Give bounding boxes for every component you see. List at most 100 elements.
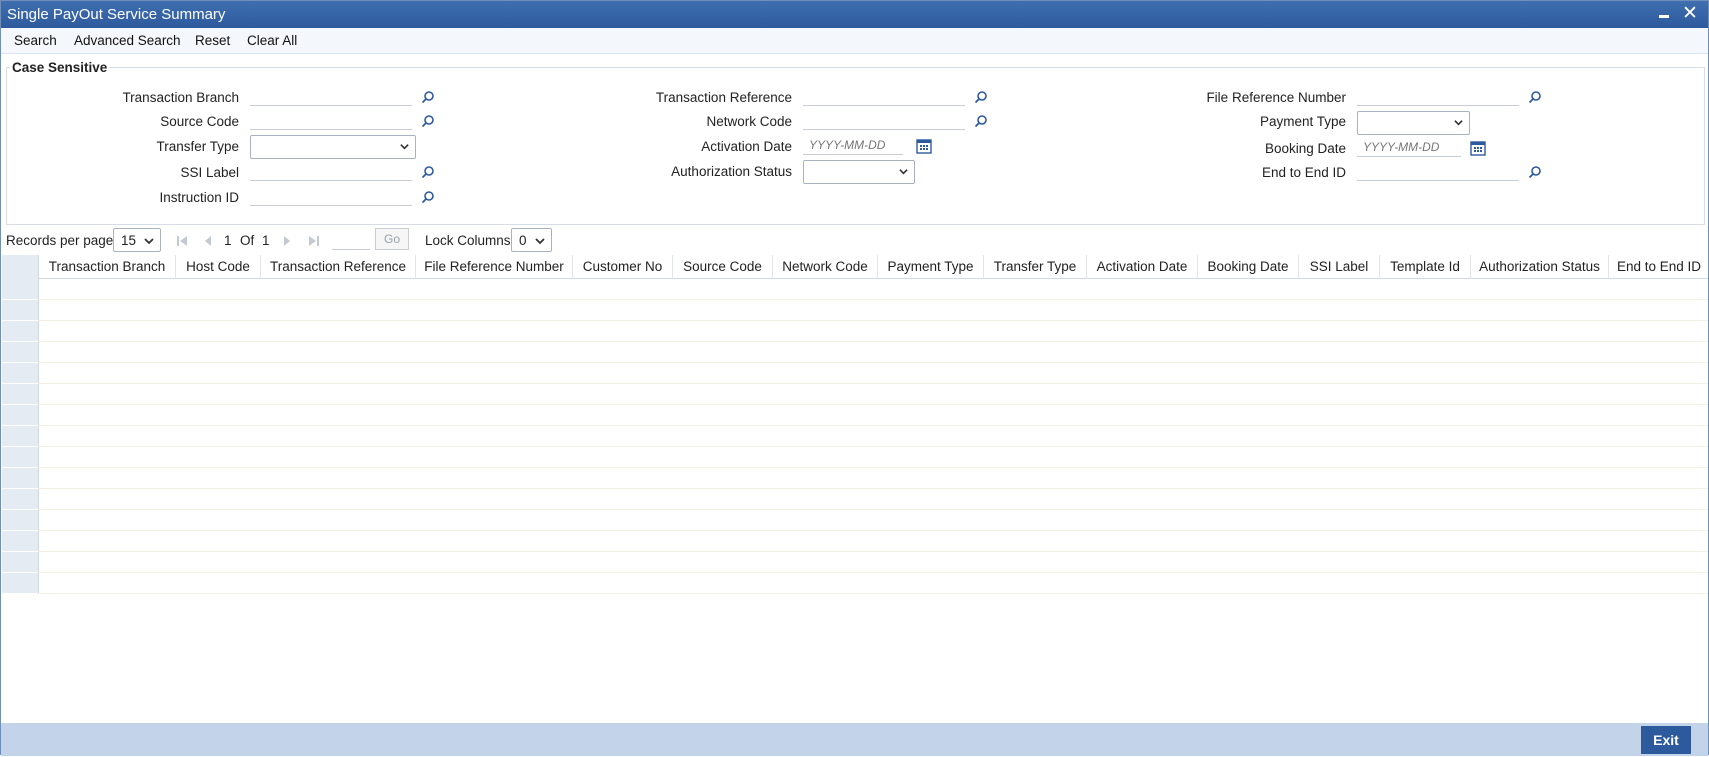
ssi-label-label: SSI Label <box>180 165 239 180</box>
column-header-transfer-type[interactable]: Transfer Type <box>984 255 1087 279</box>
table-row[interactable] <box>2 468 1708 489</box>
table-row[interactable] <box>2 447 1708 468</box>
payment-type-select[interactable] <box>1357 111 1470 135</box>
row-header-cell[interactable] <box>2 552 39 573</box>
source-code-label: Source Code <box>160 114 239 129</box>
row-header-cell[interactable] <box>2 489 39 510</box>
row-header-cell[interactable] <box>2 405 39 426</box>
file-reference-number-lookup-icon[interactable] <box>1528 90 1542 104</box>
row-header-cell[interactable] <box>2 531 39 552</box>
row-header-cell[interactable] <box>2 426 39 447</box>
file-reference-number-label: File Reference Number <box>1206 90 1346 105</box>
row-header-cell[interactable] <box>2 384 39 405</box>
row-header-cell[interactable] <box>2 573 39 594</box>
instruction-id-lookup-icon[interactable] <box>421 190 435 204</box>
activation-date-input[interactable] <box>803 135 903 155</box>
file-reference-number-input[interactable] <box>1357 86 1519 106</box>
grid-header: Transaction Branch Host Code Transaction… <box>2 255 1708 279</box>
records-per-page-select[interactable]: 15 <box>113 228 161 252</box>
transaction-reference-input[interactable] <box>803 86 965 106</box>
column-header-transaction-reference[interactable]: Transaction Reference <box>261 255 416 279</box>
end-to-end-id-input[interactable] <box>1357 161 1519 181</box>
ssi-label-lookup-icon[interactable] <box>421 165 435 179</box>
row-header-cell[interactable] <box>2 363 39 384</box>
transaction-reference-label: Transaction Reference <box>655 90 792 105</box>
grid-corner <box>2 255 39 279</box>
end-to-end-id-lookup-icon[interactable] <box>1528 165 1542 179</box>
transaction-reference-lookup-icon[interactable] <box>974 90 988 104</box>
current-page: 1 <box>224 233 232 248</box>
column-header-network-code[interactable]: Network Code <box>773 255 878 279</box>
column-header-file-reference-number[interactable]: File Reference Number <box>416 255 573 279</box>
table-row[interactable] <box>2 489 1708 510</box>
column-header-transaction-branch[interactable]: Transaction Branch <box>39 255 176 279</box>
source-code-input[interactable] <box>250 110 412 130</box>
row-header-cell[interactable] <box>2 279 39 300</box>
network-code-input[interactable] <box>803 110 965 130</box>
exit-button[interactable]: Exit <box>1641 726 1691 754</box>
transaction-branch-lookup-icon[interactable] <box>421 90 435 104</box>
table-row[interactable] <box>2 279 1708 300</box>
transfer-type-select[interactable] <box>250 135 416 159</box>
row-header-cell[interactable] <box>2 342 39 363</box>
advanced-search-button[interactable]: Advanced Search <box>74 33 181 48</box>
table-row[interactable] <box>2 384 1708 405</box>
go-button[interactable]: Go <box>375 228 409 250</box>
page-number-input[interactable] <box>332 228 370 250</box>
table-row[interactable] <box>2 363 1708 384</box>
reset-button[interactable]: Reset <box>195 33 230 48</box>
column-header-payment-type[interactable]: Payment Type <box>878 255 984 279</box>
table-row[interactable] <box>2 510 1708 531</box>
minimize-icon[interactable] <box>1654 4 1674 24</box>
table-row[interactable] <box>2 426 1708 447</box>
column-header-end-to-end-id[interactable]: End to End ID <box>1609 255 1708 279</box>
total-pages: 1 <box>262 233 270 248</box>
row-header-cell[interactable] <box>2 468 39 489</box>
transaction-branch-input[interactable] <box>250 86 412 106</box>
column-header-host-code[interactable]: Host Code <box>176 255 261 279</box>
window-title: Single PayOut Service Summary <box>7 6 226 23</box>
column-header-customer-no[interactable]: Customer No <box>573 255 673 279</box>
chevron-down-icon <box>1454 120 1463 126</box>
table-row[interactable] <box>2 300 1708 321</box>
column-header-activation-date[interactable]: Activation Date <box>1087 255 1198 279</box>
booking-date-input[interactable] <box>1357 137 1461 157</box>
previous-page-icon[interactable] <box>201 234 215 248</box>
column-header-source-code[interactable]: Source Code <box>673 255 773 279</box>
row-header-cell[interactable] <box>2 300 39 321</box>
activation-date-label: Activation Date <box>701 139 792 154</box>
clear-all-button[interactable]: Clear All <box>247 33 297 48</box>
lock-columns-value: 0 <box>519 233 527 248</box>
booking-date-calendar-icon[interactable] <box>1470 140 1486 156</box>
table-row[interactable] <box>2 573 1708 594</box>
transfer-type-label: Transfer Type <box>156 139 239 154</box>
row-header-cell[interactable] <box>2 447 39 468</box>
column-header-booking-date[interactable]: Booking Date <box>1198 255 1299 279</box>
network-code-lookup-icon[interactable] <box>974 114 988 128</box>
row-header-cell[interactable] <box>2 510 39 531</box>
chevron-down-icon <box>535 238 545 245</box>
ssi-label-input[interactable] <box>250 161 412 181</box>
table-row[interactable] <box>2 552 1708 573</box>
booking-date-label: Booking Date <box>1264 141 1346 156</box>
instruction-id-label: Instruction ID <box>159 190 239 205</box>
first-page-icon[interactable] <box>175 234 189 248</box>
column-header-ssi-label[interactable]: SSI Label <box>1299 255 1380 279</box>
row-header-cell[interactable] <box>2 321 39 342</box>
column-header-template-id[interactable]: Template Id <box>1380 255 1471 279</box>
table-row[interactable] <box>2 321 1708 342</box>
instruction-id-input[interactable] <box>250 186 412 206</box>
column-header-authorization-status[interactable]: Authorization Status <box>1471 255 1609 279</box>
transaction-branch-label: Transaction Branch <box>122 90 239 105</box>
activation-date-calendar-icon[interactable] <box>916 138 932 154</box>
source-code-lookup-icon[interactable] <box>421 114 435 128</box>
table-row[interactable] <box>2 342 1708 363</box>
table-row[interactable] <box>2 405 1708 426</box>
lock-columns-select[interactable]: 0 <box>511 228 552 252</box>
authorization-status-select[interactable] <box>803 160 915 184</box>
table-row[interactable] <box>2 531 1708 552</box>
close-icon[interactable]: ✕ <box>1680 4 1700 24</box>
last-page-icon[interactable] <box>307 234 321 248</box>
search-button[interactable]: Search <box>14 33 57 48</box>
next-page-icon[interactable] <box>280 234 294 248</box>
